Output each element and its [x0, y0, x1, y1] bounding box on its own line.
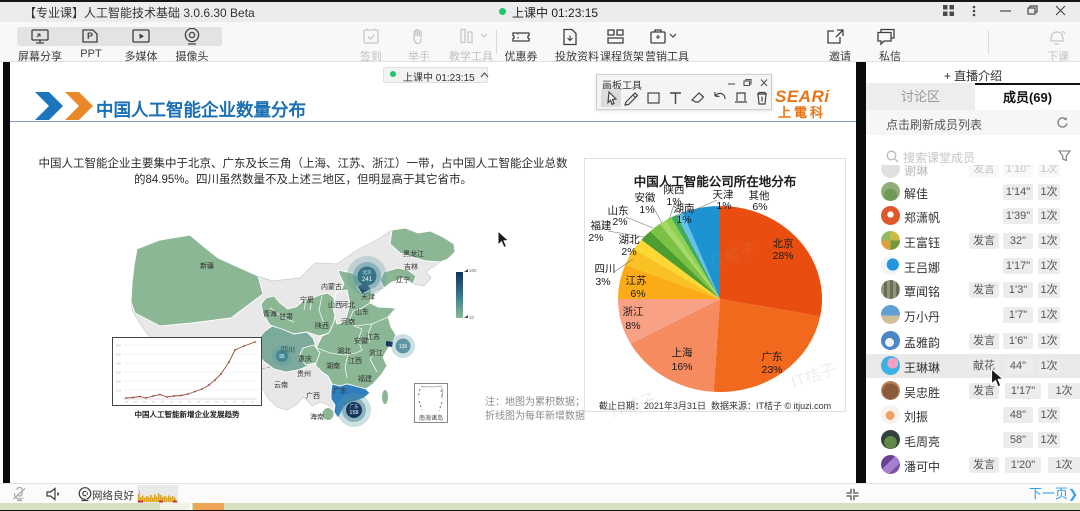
svg-text:安徽: 安徽 — [635, 191, 656, 204]
svg-text:8%: 8% — [625, 320, 640, 332]
svg-text:158: 158 — [349, 410, 358, 416]
svg-text:河南: 河南 — [341, 317, 355, 326]
svg-text:北京: 北京 — [363, 269, 372, 276]
svg-text:广东: 广东 — [350, 403, 359, 410]
svg-text:江西: 江西 — [348, 357, 362, 365]
svg-text:28%: 28% — [772, 250, 793, 262]
svg-text:黑龙江: 黑龙江 — [403, 249, 424, 258]
svg-text:广东: 广东 — [762, 350, 783, 363]
svg-text:宁夏: 宁夏 — [300, 295, 314, 304]
svg-text:16%: 16% — [671, 361, 692, 373]
svg-text:上海: 上海 — [672, 346, 693, 359]
svg-text:广西: 广西 — [306, 391, 320, 400]
svg-text:1%: 1% — [716, 200, 731, 212]
svg-text:广东: 广东 — [333, 386, 347, 395]
svg-text:云南: 云南 — [274, 380, 288, 389]
svg-text:1%: 1% — [676, 214, 691, 226]
svg-text:湖北: 湖北 — [337, 346, 351, 355]
svg-text:内蒙古: 内蒙古 — [321, 282, 342, 291]
svg-text:2%: 2% — [621, 246, 636, 258]
svg-text:100: 100 — [469, 268, 477, 273]
svg-text:6%: 6% — [752, 201, 767, 213]
svg-text:福建: 福建 — [591, 219, 612, 232]
svg-text:浙江: 浙江 — [623, 306, 644, 318]
svg-text:青海: 青海 — [263, 309, 277, 318]
svg-text:江苏: 江苏 — [626, 274, 647, 287]
svg-text:300: 300 — [116, 371, 121, 375]
svg-text:山西: 山西 — [328, 300, 342, 309]
svg-text:北京: 北京 — [773, 237, 794, 250]
svg-text:6%: 6% — [630, 288, 645, 300]
svg-text:500: 500 — [116, 353, 121, 357]
svg-text:136: 136 — [399, 344, 408, 350]
svg-text:河北: 河北 — [341, 301, 355, 309]
svg-text:陕西: 陕西 — [315, 321, 329, 330]
svg-text:600: 600 — [116, 344, 121, 348]
svg-text:2%: 2% — [612, 216, 627, 228]
svg-text:2%: 2% — [588, 232, 603, 244]
svg-text:400: 400 — [116, 362, 121, 366]
svg-text:重庆: 重庆 — [298, 354, 312, 363]
svg-text:甘肃: 甘肃 — [279, 312, 293, 321]
svg-text:贵州: 贵州 — [297, 369, 311, 378]
svg-text:辽宁: 辽宁 — [396, 275, 410, 284]
svg-text:100: 100 — [116, 389, 121, 393]
svg-text:湖南: 湖南 — [326, 361, 340, 370]
svg-text:241: 241 — [362, 277, 373, 283]
svg-text:10: 10 — [469, 315, 475, 320]
svg-text:浙江: 浙江 — [369, 348, 383, 357]
svg-text:陕西: 陕西 — [664, 183, 685, 196]
svg-text:P: P — [87, 31, 93, 41]
svg-text:95: 95 — [279, 354, 285, 360]
svg-text:新疆: 新疆 — [200, 261, 214, 270]
svg-text:吉林: 吉林 — [404, 262, 418, 271]
svg-text:湖北: 湖北 — [619, 234, 640, 246]
svg-text:1%: 1% — [639, 204, 654, 216]
svg-text:福建: 福建 — [358, 374, 372, 383]
svg-text:23%: 23% — [761, 364, 782, 376]
svg-text:3%: 3% — [595, 276, 610, 288]
svg-text:四川: 四川 — [595, 263, 616, 275]
svg-text:海南: 海南 — [310, 412, 324, 421]
svg-text:200: 200 — [116, 380, 121, 384]
svg-text:江苏: 江苏 — [366, 332, 380, 341]
svg-text:山东: 山东 — [355, 307, 369, 316]
